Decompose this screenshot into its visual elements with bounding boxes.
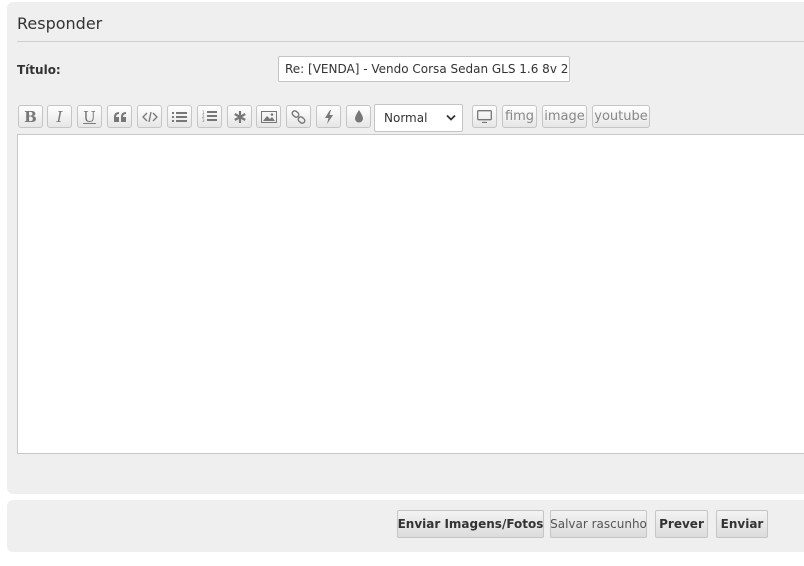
subject-input[interactable]: Re: [VENDA] - Vendo Corsa Sedan GLS 1.6 … [278,56,570,82]
video-button[interactable] [472,105,497,128]
save-draft-button[interactable]: Salvar rascunho [550,510,647,538]
image-button[interactable]: image [542,105,587,128]
submit-button[interactable]: Enviar [716,510,768,538]
flash-button[interactable] [316,105,341,128]
youtube-button[interactable]: youtube [592,105,650,128]
italic-icon: I [56,107,63,126]
font-size-value: Normal [384,111,428,125]
reply-panel: Responder Título: Re: [VENDA] - Vendo Co… [7,2,804,494]
panel-title: Responder [17,14,103,33]
link-button[interactable] [286,105,311,128]
underline-button[interactable]: U [77,105,102,128]
bulleted-list-icon [172,111,187,122]
code-icon [141,111,158,122]
quote-button[interactable] [107,105,132,128]
message-editor[interactable] [17,134,804,454]
preview-button[interactable]: Prever [655,510,708,538]
picture-icon [260,110,277,123]
flimg-label: fimg [504,109,535,124]
svg-text:3: 3 [202,118,205,123]
title-divider [17,41,804,42]
monitor-icon [477,110,492,123]
bold-icon: B [24,107,37,126]
numbered-list-button[interactable]: 1 2 3 [197,105,222,128]
flimg-button[interactable]: fimg [502,105,537,128]
asterisk-icon [233,110,246,123]
upload-images-button[interactable]: Enviar Imagens/Fotos [397,510,544,538]
drop-icon [354,110,363,123]
youtube-label: youtube [594,109,648,124]
subject-label: Título: [17,63,61,77]
link-icon [291,109,306,124]
chevron-down-icon [446,114,456,121]
image-label: image [544,109,585,124]
insert-image-button[interactable] [256,105,281,128]
action-bar: Enviar Imagens/Fotos Salvar rascunho Pre… [7,500,804,552]
font-size-select[interactable]: Normal [374,104,463,132]
bold-button[interactable]: B [18,105,43,128]
lightning-icon [324,109,333,124]
bulleted-list-button[interactable] [167,105,192,128]
code-button[interactable] [137,105,162,128]
list-item-button[interactable] [227,105,252,128]
quote-icon [113,111,126,122]
italic-button[interactable]: I [47,105,72,128]
numbered-list-icon: 1 2 3 [202,110,217,123]
color-button[interactable] [346,105,371,128]
underline-icon: U [83,107,96,126]
